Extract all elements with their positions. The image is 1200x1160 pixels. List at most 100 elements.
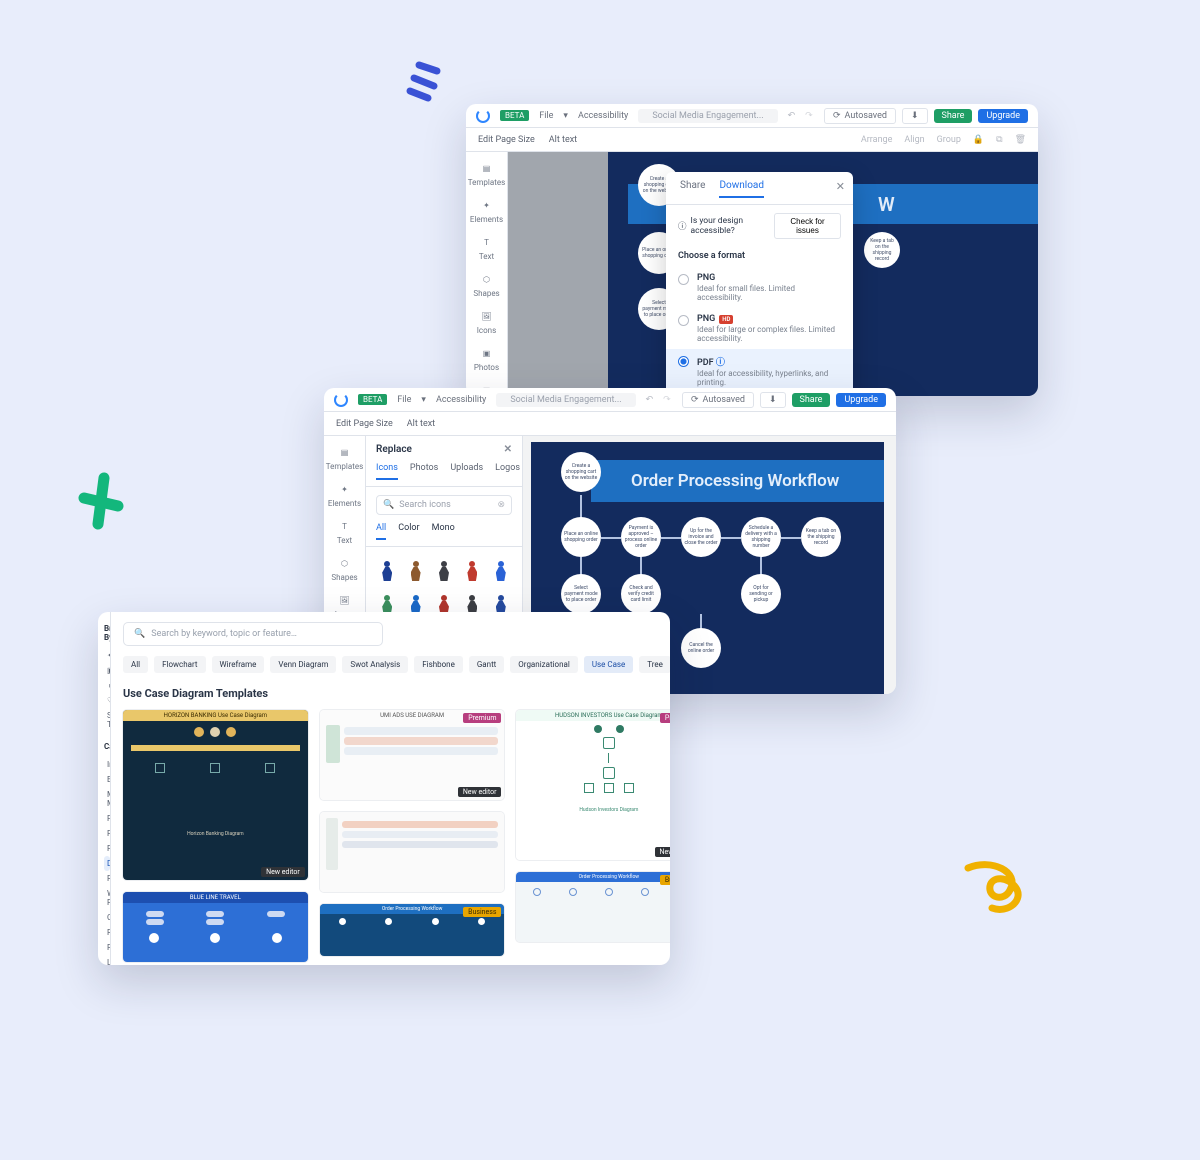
undo-icon[interactable]: ↶ bbox=[646, 395, 654, 405]
template-card[interactable]: HORIZON BANKING Use Case Diagram bbox=[123, 710, 308, 880]
option-png-hd[interactable]: PNGHDIdeal for large or complex files. L… bbox=[666, 308, 853, 349]
rail-text[interactable]: TText bbox=[479, 234, 495, 261]
sidebar-item-presentations[interactable]: Presentations bbox=[104, 826, 110, 841]
rail-icons[interactable]: 🖼Icons bbox=[477, 308, 496, 335]
tab-uploads[interactable]: Uploads bbox=[450, 463, 483, 480]
tab-share[interactable]: Share bbox=[680, 180, 705, 198]
rail-elements[interactable]: ✦Elements bbox=[328, 481, 361, 508]
alt-text-button[interactable]: Alt text bbox=[549, 135, 577, 145]
menu-file[interactable]: File bbox=[539, 111, 553, 121]
rail-templates[interactable]: ▤Templates bbox=[326, 444, 363, 471]
edit-page-size-button[interactable]: Edit Page Size bbox=[336, 419, 393, 429]
chip-wireframe[interactable]: Wireframe bbox=[212, 656, 265, 673]
sidebar-item-white-papers[interactable]: White Papers bbox=[104, 886, 110, 910]
share-button[interactable]: Share bbox=[792, 393, 831, 407]
sidebar-item-mind-maps[interactable]: Mind Maps bbox=[104, 787, 110, 811]
rail-shapes[interactable]: ⬡Shapes bbox=[473, 271, 499, 298]
sidebar-item-recommended[interactable]: ✦Recommended bbox=[104, 648, 110, 663]
sidebar-item-reports[interactable]: Reports bbox=[104, 871, 110, 886]
chip-organizational[interactable]: Organizational bbox=[510, 656, 578, 673]
sidebar-item-favorites[interactable]: ♡Favorites bbox=[104, 693, 110, 708]
autosaved-chip: ⟳ Autosaved bbox=[824, 108, 896, 124]
template-card[interactable]: Order Processing Workflow Business bbox=[516, 872, 670, 942]
undo-icon[interactable]: ↶ bbox=[788, 111, 796, 121]
menu-accessibility[interactable]: Accessibility bbox=[436, 395, 486, 405]
sidebar-item-featured[interactable]: ▣Featured bbox=[104, 663, 110, 678]
icon-thumb[interactable] bbox=[376, 555, 398, 583]
download-icon-button[interactable]: ⬇ bbox=[760, 392, 786, 408]
sidebar-item-diagrams[interactable]: Diagrams bbox=[104, 856, 110, 871]
sidebar-item-brochures[interactable]: Brochures bbox=[104, 772, 110, 787]
redo-icon[interactable]: ↷ bbox=[805, 111, 813, 121]
rail-templates[interactable]: ▤Templates bbox=[468, 160, 505, 187]
icon-search-input[interactable]: 🔍 Search icons ⊗ bbox=[376, 495, 512, 515]
alt-text-button[interactable]: Alt text bbox=[407, 419, 435, 429]
chip-venn-diagram[interactable]: Venn Diagram bbox=[270, 656, 336, 673]
icon-thumb[interactable] bbox=[490, 555, 512, 583]
document-name-field[interactable]: Social Media Engagement... bbox=[496, 393, 635, 407]
sidebar-item-infographics[interactable]: Infographics bbox=[104, 757, 110, 772]
new-editor-badge: New editor bbox=[458, 787, 502, 797]
template-card[interactable] bbox=[320, 812, 505, 892]
tab-download[interactable]: Download bbox=[719, 180, 764, 198]
rail-elements[interactable]: ✦Elements bbox=[470, 197, 503, 224]
option-pdf[interactable]: PDF ⓘIdeal for accessibility, hyperlinks… bbox=[666, 349, 853, 393]
template-card[interactable]: Order Processing Workflow Business bbox=[320, 904, 505, 956]
icon-thumb[interactable] bbox=[433, 555, 455, 583]
chip-all[interactable]: All bbox=[123, 656, 148, 673]
menu-accessibility[interactable]: Accessibility bbox=[578, 111, 628, 121]
align-button[interactable]: Align bbox=[904, 135, 924, 145]
document-name-field[interactable]: Social Media Engagement... bbox=[638, 109, 777, 123]
template-card[interactable]: HUDSON INVESTORS Use Case Diagram Hudson… bbox=[516, 710, 670, 860]
menu-file[interactable]: File bbox=[397, 395, 411, 405]
close-icon[interactable]: ✕ bbox=[504, 444, 512, 455]
arrange-button[interactable]: Arrange bbox=[861, 135, 893, 145]
briefcase-icon: 🖼 bbox=[336, 592, 352, 608]
sidebar-item-letterheads[interactable]: Letterheads bbox=[104, 955, 110, 965]
chip-flowchart[interactable]: Flowchart bbox=[154, 656, 205, 673]
tab-photos[interactable]: Photos bbox=[410, 463, 438, 480]
chip-gantt[interactable]: Gantt bbox=[469, 656, 504, 673]
group-button[interactable]: Group bbox=[937, 135, 961, 145]
radio-icon bbox=[678, 356, 689, 367]
clear-icon[interactable]: ⊗ bbox=[497, 500, 505, 510]
upgrade-button[interactable]: Upgrade bbox=[978, 109, 1028, 123]
sidebar-item-roadmaps[interactable]: Roadmaps bbox=[104, 940, 110, 955]
rail-shapes[interactable]: ⬡Shapes bbox=[331, 555, 357, 582]
sidebar-item-posters[interactable]: Posters bbox=[104, 811, 110, 826]
template-card[interactable]: UMI ADS USE DIAGRAM Premium New editor bbox=[320, 710, 505, 800]
download-icon-button[interactable]: ⬇ bbox=[902, 108, 928, 124]
sidebar-item-flyers[interactable]: Flyers bbox=[104, 841, 110, 856]
delete-icon[interactable]: 🗑 bbox=[1015, 135, 1026, 145]
share-button[interactable]: Share bbox=[934, 109, 973, 123]
sidebar-item-see-all[interactable]: See All Templates bbox=[104, 708, 110, 732]
check-issues-button[interactable]: Check for issues bbox=[774, 213, 841, 239]
subtab-mono[interactable]: Mono bbox=[432, 523, 455, 540]
upgrade-button[interactable]: Upgrade bbox=[836, 393, 886, 407]
decorative-strokes bbox=[404, 58, 448, 104]
rail-text[interactable]: TText bbox=[337, 518, 353, 545]
subtab-all[interactable]: All bbox=[376, 523, 386, 540]
sidebar-item-charts[interactable]: Charts bbox=[104, 910, 110, 925]
edit-page-size-button[interactable]: Edit Page Size bbox=[478, 135, 535, 145]
option-png[interactable]: PNGIdeal for small files. Limited access… bbox=[666, 267, 853, 308]
chip-tree[interactable]: Tree bbox=[639, 656, 670, 673]
tab-icons[interactable]: Icons bbox=[376, 463, 398, 480]
duplicate-icon[interactable]: ⧉ bbox=[996, 135, 1002, 145]
sidebar-item-resumes[interactable]: Resumes bbox=[104, 925, 110, 940]
subtab-color[interactable]: Color bbox=[398, 523, 419, 540]
chip-use-case[interactable]: Use Case bbox=[584, 656, 633, 673]
sidebar-item-accessible[interactable]: ◑Accessible bbox=[104, 678, 110, 693]
shapes-icon: ✦ bbox=[337, 481, 353, 497]
close-icon[interactable]: ✕ bbox=[836, 180, 845, 193]
search-input[interactable]: 🔍 Search by keyword, topic or feature… bbox=[123, 622, 383, 646]
lock-icon[interactable]: 🔒 bbox=[973, 135, 984, 145]
redo-icon[interactable]: ↷ bbox=[663, 395, 671, 405]
icon-thumb[interactable] bbox=[404, 555, 426, 583]
tab-logos[interactable]: Logos bbox=[495, 463, 520, 480]
rail-photos[interactable]: ▣Photos bbox=[474, 345, 499, 372]
chip-fishbone[interactable]: Fishbone bbox=[414, 656, 463, 673]
chip-swot-analysis[interactable]: Swot Analysis bbox=[342, 656, 408, 673]
template-card[interactable]: BLUE LINE TRAVEL bbox=[123, 892, 308, 962]
icon-thumb[interactable] bbox=[461, 555, 483, 583]
